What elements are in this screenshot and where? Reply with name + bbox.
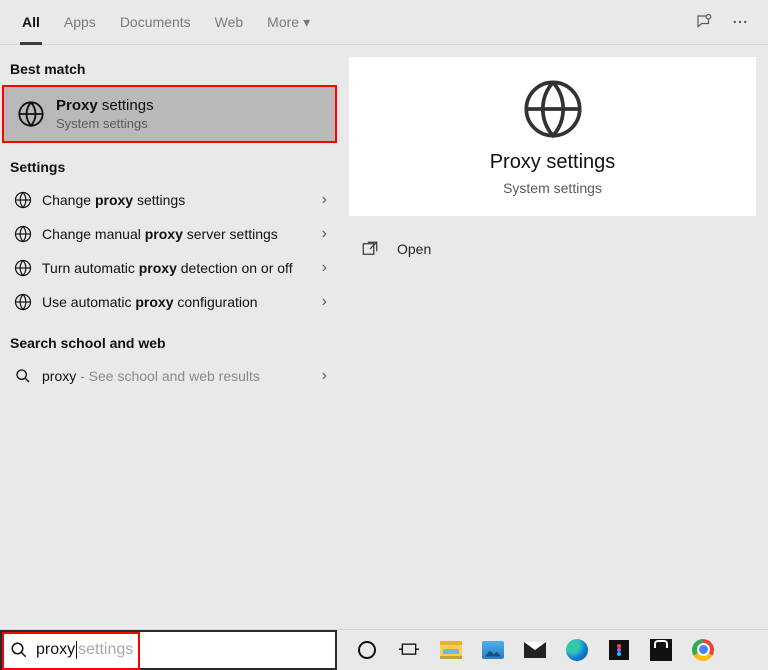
- globe-icon: [10, 191, 36, 209]
- taskbar-chrome-icon[interactable]: [691, 638, 715, 662]
- taskbar: proxy settings: [0, 629, 768, 669]
- detail-pane: Proxy settings System settings Open: [337, 45, 768, 629]
- settings-result-label: Change manual proxy server settings: [42, 226, 322, 242]
- chevron-right-icon: ›: [322, 191, 327, 209]
- taskbar-store-icon[interactable]: [649, 638, 673, 662]
- taskbar-figma-icon[interactable]: [607, 638, 631, 662]
- search-icon: [10, 641, 28, 659]
- detail-title: Proxy settings: [490, 151, 616, 174]
- more-options-icon[interactable]: [722, 13, 758, 31]
- open-label: Open: [397, 241, 431, 257]
- search-typed-text: proxy: [36, 641, 75, 659]
- open-action[interactable]: Open: [349, 226, 756, 272]
- web-result-label: proxy - See school and web results: [42, 368, 322, 384]
- globe-icon: [521, 77, 585, 141]
- taskbar-cortana-icon[interactable]: [355, 638, 379, 662]
- best-match-title: Proxy settings: [56, 97, 154, 114]
- tab-all[interactable]: All: [10, 0, 52, 45]
- globe-icon: [14, 97, 48, 131]
- caret-down-icon: ▾: [303, 14, 310, 31]
- globe-icon: [10, 259, 36, 277]
- section-school-web: Search school and web: [0, 319, 337, 359]
- taskbar-taskview-icon[interactable]: [397, 638, 421, 662]
- detail-card: Proxy settings System settings: [349, 57, 756, 216]
- taskbar-photos-icon[interactable]: [481, 638, 505, 662]
- tab-apps[interactable]: Apps: [52, 0, 108, 45]
- chevron-right-icon: ›: [322, 367, 327, 385]
- settings-result-auto-config[interactable]: Use automatic proxy configuration ›: [0, 285, 337, 319]
- settings-result-label: Use automatic proxy configuration: [42, 294, 322, 310]
- taskbar-mail-icon[interactable]: [523, 638, 547, 662]
- tab-more[interactable]: More▾: [255, 0, 322, 45]
- section-settings: Settings: [0, 143, 337, 183]
- chevron-right-icon: ›: [322, 259, 327, 277]
- section-best-match: Best match: [0, 45, 337, 85]
- feedback-icon[interactable]: [686, 13, 722, 31]
- globe-icon: [10, 293, 36, 311]
- best-match-item[interactable]: Proxy settings System settings: [2, 85, 337, 143]
- tab-documents[interactable]: Documents: [108, 0, 203, 45]
- taskbar-edge-icon[interactable]: [565, 638, 589, 662]
- settings-result-change-proxy[interactable]: Change proxy settings ›: [0, 183, 337, 217]
- chevron-right-icon: ›: [322, 225, 327, 243]
- detail-subtitle: System settings: [503, 180, 602, 196]
- text-cursor: [76, 641, 77, 659]
- chevron-right-icon: ›: [322, 293, 327, 311]
- tab-web[interactable]: Web: [203, 0, 256, 45]
- search-input[interactable]: proxy settings: [0, 630, 337, 670]
- search-results-pane: Best match Proxy settings System setting…: [0, 45, 337, 629]
- settings-result-auto-detection[interactable]: Turn automatic proxy detection on or off…: [0, 251, 337, 285]
- web-result-proxy[interactable]: proxy - See school and web results ›: [0, 359, 337, 393]
- search-filter-tabs: All Apps Documents Web More▾: [0, 0, 768, 45]
- globe-icon: [10, 225, 36, 243]
- search-icon: [10, 368, 36, 384]
- best-match-subtitle: System settings: [56, 116, 154, 131]
- search-autosuggest-text: settings: [78, 641, 133, 659]
- open-icon: [359, 240, 381, 258]
- settings-result-label: Change proxy settings: [42, 192, 322, 208]
- settings-result-manual-proxy[interactable]: Change manual proxy server settings ›: [0, 217, 337, 251]
- settings-result-label: Turn automatic proxy detection on or off: [42, 260, 322, 276]
- taskbar-explorer-icon[interactable]: [439, 638, 463, 662]
